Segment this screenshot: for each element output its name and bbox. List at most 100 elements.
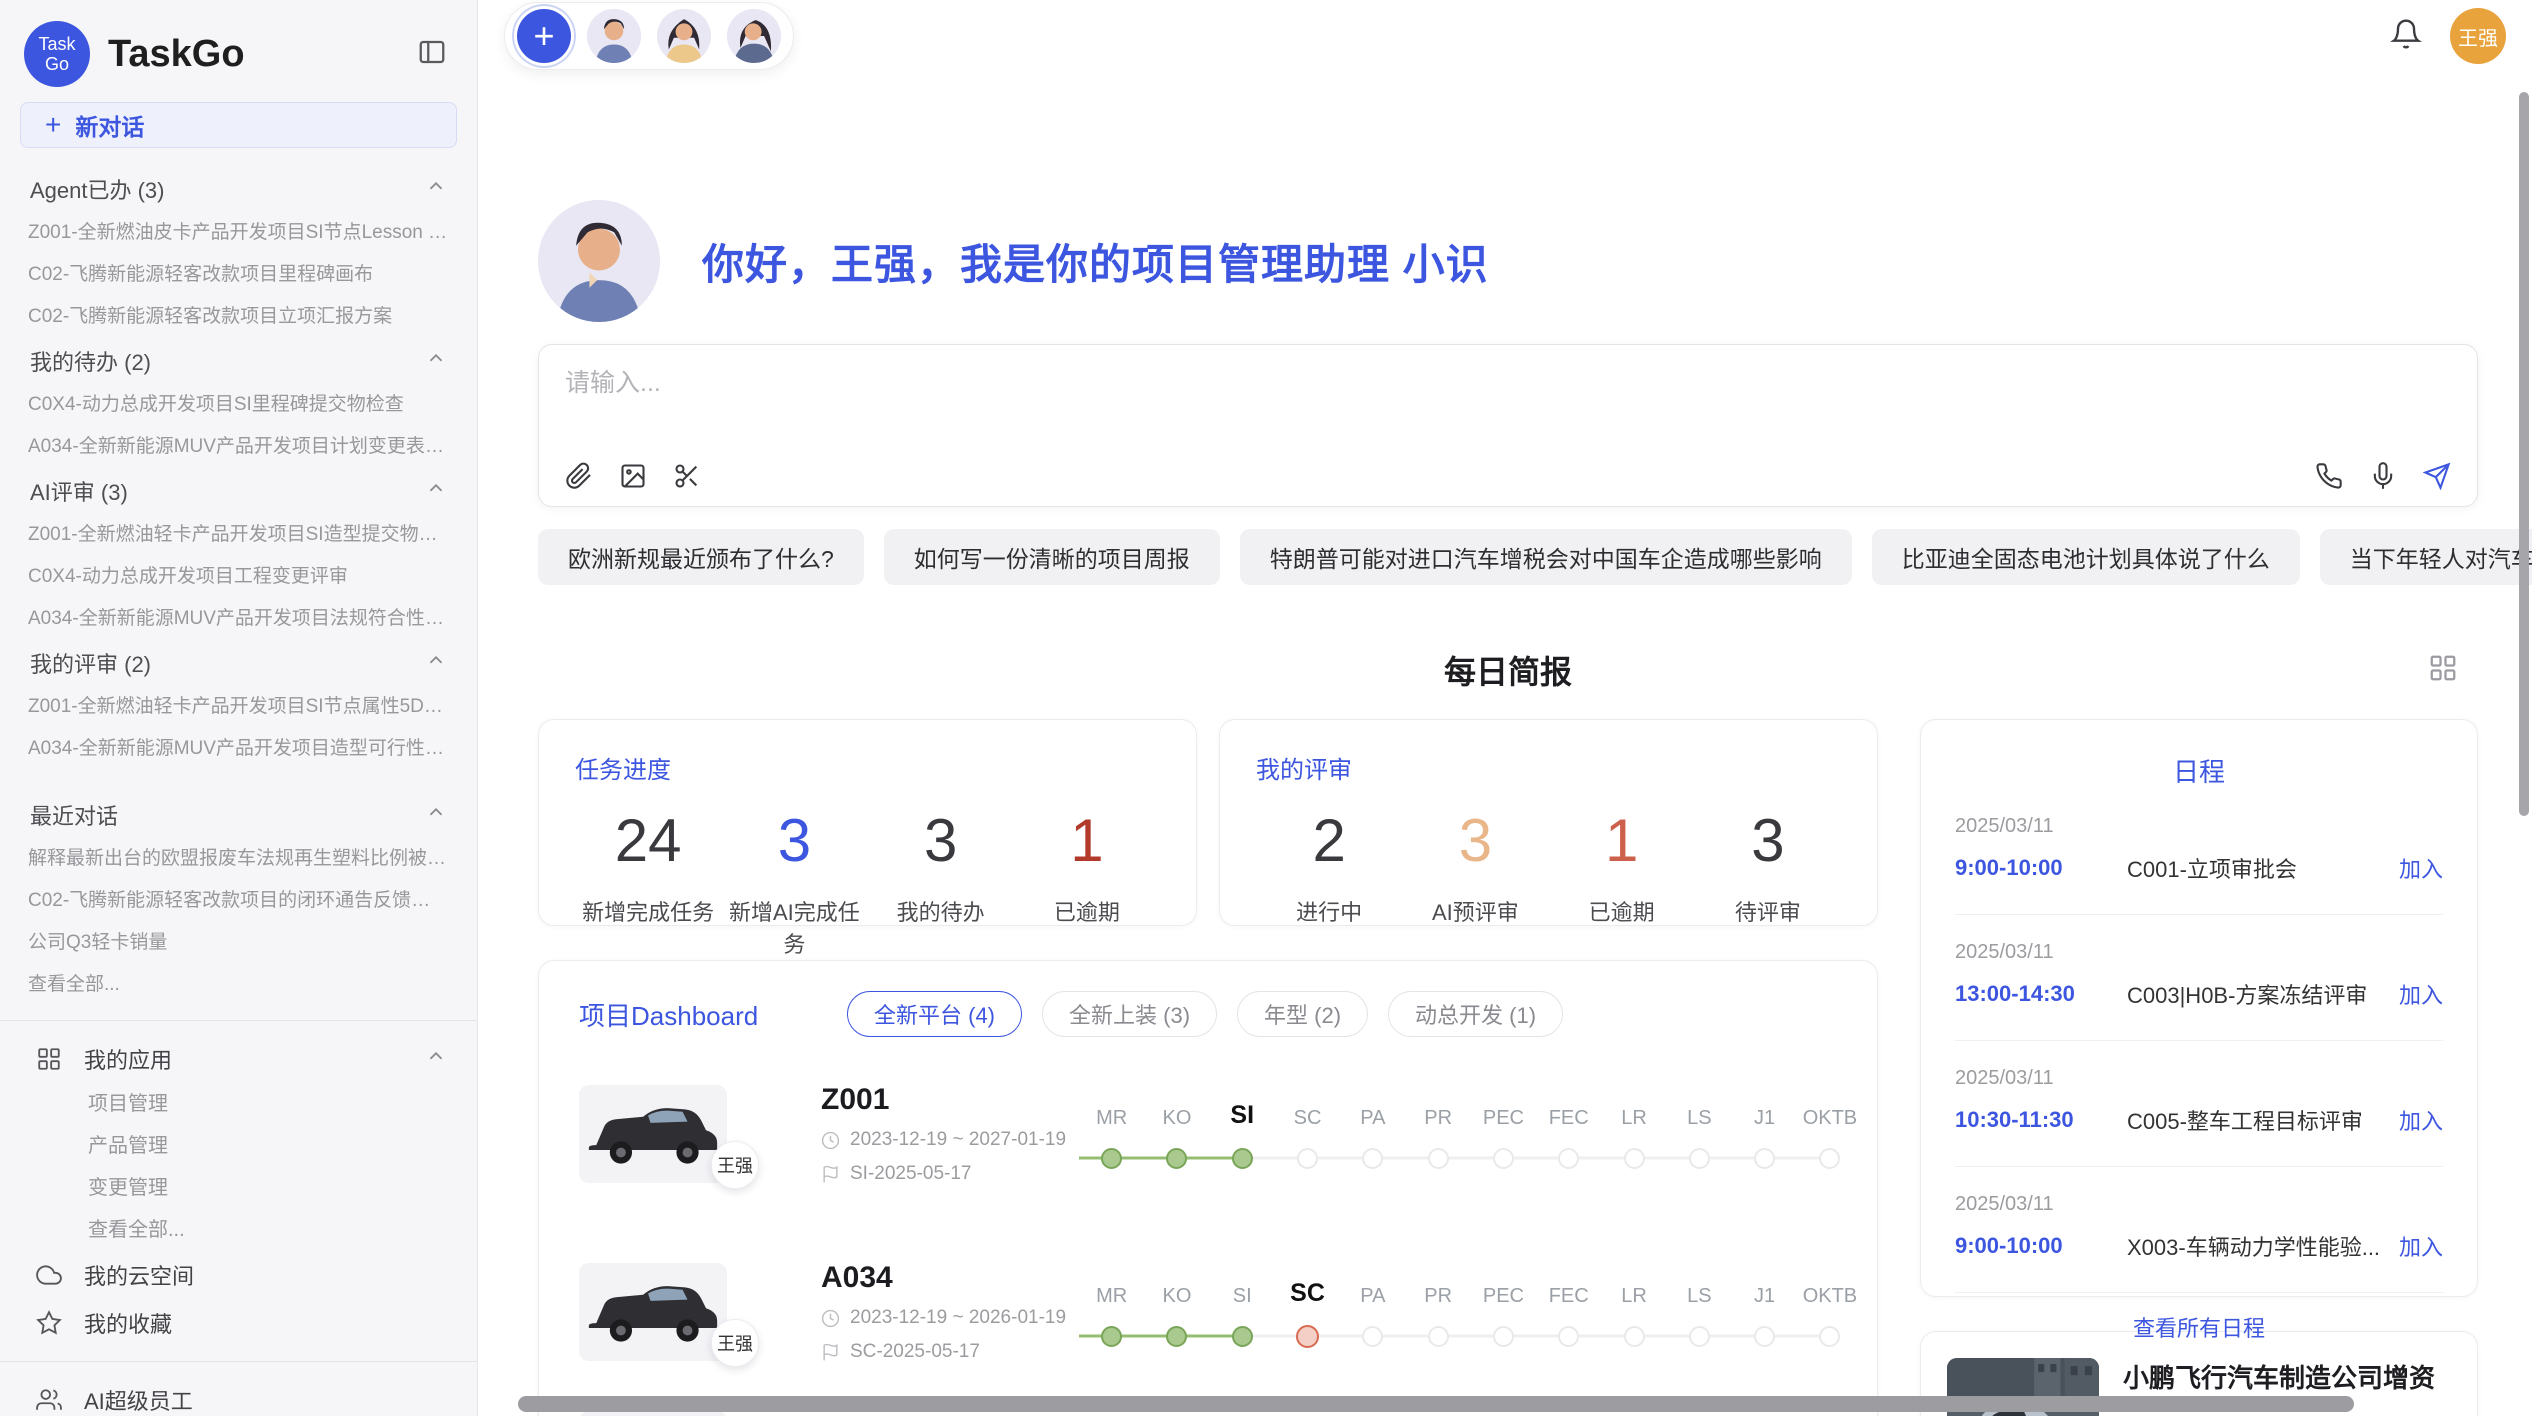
join-link[interactable]: 加入 <box>2399 978 2443 1010</box>
project-dates-text: 2023-12-19 ~ 2026-01-19 <box>850 1307 1066 1329</box>
milestone-label: PA <box>1360 1098 1385 1130</box>
section-my-review[interactable]: 我的评审 (2) <box>0 640 477 686</box>
sidebar-item-my-apps[interactable]: 我的应用 <box>0 1035 477 1083</box>
image-icon[interactable] <box>619 462 647 490</box>
milestone-si: SI <box>1210 1098 1275 1170</box>
milestone-pec: PEC <box>1471 1276 1536 1348</box>
milestone-oktb: OKTB <box>1797 1098 1862 1170</box>
recent-chat-item[interactable]: 解释最新出台的欧盟报废车法规再生塑料比例被调至15%... <box>0 838 477 880</box>
schedule-date: 2025/03/11 <box>1955 1067 2443 1090</box>
new-chat-button[interactable]: + 新对话 <box>20 102 457 148</box>
clock-icon <box>821 1309 840 1328</box>
sidebar-item[interactable]: A034-全新新能源MUV产品开发项目法规符合性评审 <box>0 598 477 640</box>
milestone-label: KO <box>1162 1098 1191 1130</box>
milestone-dot <box>1689 1148 1710 1169</box>
collapse-sidebar-icon[interactable] <box>417 37 447 72</box>
user-avatar[interactable]: 王强 <box>2450 8 2506 64</box>
chevron-up-icon[interactable] <box>425 347 447 375</box>
horizontal-scrollbar[interactable] <box>518 1396 2354 1412</box>
tab-new-body[interactable]: 全新上装 (3) <box>1042 991 1217 1037</box>
chat-input[interactable] <box>565 363 2451 433</box>
app-item-change-mgmt[interactable]: 变更管理 <box>0 1167 477 1209</box>
suggestion-chip[interactable]: 如何写一份清晰的项目周报 <box>884 529 1220 585</box>
stat-label: 我的待办 <box>868 895 1014 927</box>
milestone-dot <box>1428 1148 1449 1169</box>
dashboard-title: 项目Dashboard <box>579 996 847 1033</box>
milestone-dot <box>1362 1326 1383 1347</box>
section-my-todo[interactable]: 我的待办 (2) <box>0 338 477 384</box>
schedule-event-name: C001-立项审批会 <box>2127 852 2383 884</box>
milestone-label: KO <box>1162 1276 1191 1308</box>
section-ai-review[interactable]: AI评审 (3) <box>0 468 477 514</box>
project-owner-badge: 王强 <box>711 1141 759 1189</box>
milestone-mr: MR <box>1079 1098 1144 1170</box>
sidebar-item-ai-super-staff[interactable]: AI超级员工 <box>0 1376 477 1416</box>
chevron-up-icon[interactable] <box>425 175 447 203</box>
stat-ai-prereview: 3 AI预评审 <box>1402 811 1548 927</box>
section-agent-done[interactable]: Agent已办 (3) <box>0 166 477 212</box>
section-recent-chats[interactable]: 最近对话 <box>0 792 477 838</box>
schedule-title: 日程 <box>1955 752 2443 789</box>
app-item-product-mgmt[interactable]: 产品管理 <box>0 1125 477 1167</box>
sidebar-item[interactable]: C0X4-动力总成开发项目SI里程碑提交物检查 <box>0 384 477 426</box>
sidebar-item[interactable]: C02-飞腾新能源轻客改款项目立项汇报方案 <box>0 296 477 338</box>
schedule-date: 2025/03/11 <box>1955 1193 2443 1216</box>
notifications-bell-icon[interactable] <box>2390 18 2422 55</box>
app-item-project-mgmt[interactable]: 项目管理 <box>0 1083 477 1125</box>
project-dashboard-card: 项目Dashboard 全新平台 (4) 全新上装 (3) 年型 (2) 动总开… <box>538 960 1878 1416</box>
milestone-pec: PEC <box>1471 1098 1536 1170</box>
attach-icon[interactable] <box>565 462 593 490</box>
suggestion-chip[interactable]: 欧洲新规最近颁布了什么? <box>538 529 864 585</box>
tab-new-platform[interactable]: 全新平台 (4) <box>847 991 1022 1037</box>
suggestion-chip[interactable]: 特朗普可能对进口汽车增税会对中国车企造成哪些影响 <box>1240 529 1852 585</box>
sidebar-item[interactable]: C0X4-动力总成开发项目工程变更评审 <box>0 556 477 598</box>
agent-avatar-3[interactable] <box>727 9 781 63</box>
milestone-dot <box>1558 1148 1579 1169</box>
vertical-scrollbar[interactable] <box>2519 92 2529 816</box>
phone-icon[interactable] <box>2315 462 2343 490</box>
schedule-event-name: C003|H0B-方案冻结评审 <box>2127 978 2383 1010</box>
apps-view-all[interactable]: 查看全部... <box>0 1209 477 1251</box>
join-link[interactable]: 加入 <box>2399 1104 2443 1136</box>
join-link[interactable]: 加入 <box>2399 852 2443 884</box>
chevron-up-icon[interactable] <box>425 801 447 829</box>
logo-text-bottom: Go <box>45 54 69 74</box>
schedule-event-name: X003-车辆动力学性能验... <box>2127 1230 2383 1262</box>
sidebar-item[interactable]: A034-全新新能源MUV产品开发项目计划变更表编写 <box>0 426 477 468</box>
briefing-title: 每日简报 <box>1444 647 1572 693</box>
suggestion-chip[interactable]: 比亚迪全固态电池计划具体说了什么 <box>1872 529 2300 585</box>
sidebar-item[interactable]: Z001-全新燃油皮卡产品开发项目SI节点Lesson Learn报告 <box>0 212 477 254</box>
recent-chat-item[interactable]: 公司Q3轻卡销量 <box>0 922 477 964</box>
scissors-icon[interactable] <box>673 462 701 490</box>
tab-model-year[interactable]: 年型 (2) <box>1237 991 1368 1037</box>
chevron-up-icon[interactable] <box>425 1045 447 1073</box>
agent-avatar-1[interactable] <box>587 9 641 63</box>
sidebar-item[interactable]: Z001-全新燃油轻卡产品开发项目SI节点属性5D文件评审 <box>0 686 477 728</box>
chevron-up-icon[interactable] <box>425 649 447 677</box>
suggestion-chip[interactable]: 当下年轻人对汽车外观有怎样的喜好趋势 <box>2320 529 2532 585</box>
chevron-up-icon[interactable] <box>425 477 447 505</box>
schedule-entry: 2025/03/11 10:30-11:30 C005-整车工程目标评审 加入 <box>1955 1041 2443 1167</box>
schedule-card: 日程 2025/03/11 9:00-10:00 C001-立项审批会 加入 2… <box>1920 719 2478 1297</box>
ai-super-staff-label: AI超级员工 <box>84 1384 193 1416</box>
milestone-label: MR <box>1096 1098 1127 1130</box>
mic-icon[interactable] <box>2369 462 2397 490</box>
sidebar-item-favorites[interactable]: 我的收藏 <box>0 1299 477 1347</box>
milestone-ls: LS <box>1667 1276 1732 1348</box>
recent-chat-item[interactable]: C02-飞腾新能源轻客改款项目的闭环通告反馈情况 <box>0 880 477 922</box>
sidebar-item[interactable]: Z001-全新燃油轻卡产品开发项目SI造型提交物评审 <box>0 514 477 556</box>
agent-avatar-2[interactable] <box>657 9 711 63</box>
milestone-dot <box>1101 1148 1122 1169</box>
recent-view-all[interactable]: 查看全部... <box>0 964 477 1006</box>
sidebar-item[interactable]: A034-全新新能源MUV产品开发项目造型可行性评审 <box>0 728 477 770</box>
layout-grid-icon[interactable] <box>2428 653 2458 688</box>
join-link[interactable]: 加入 <box>2399 1230 2443 1262</box>
milestone-label: J1 <box>1754 1276 1775 1308</box>
sidebar-item[interactable]: C02-飞腾新能源轻客改款项目里程碑画布 <box>0 254 477 296</box>
tab-powertrain-dev[interactable]: 动总开发 (1) <box>1388 991 1563 1037</box>
add-agent-button[interactable]: + <box>517 9 571 63</box>
milestone-fec: FEC <box>1536 1276 1601 1348</box>
send-icon[interactable] <box>2423 462 2451 490</box>
sidebar-item-cloud-space[interactable]: 我的云空间 <box>0 1251 477 1299</box>
schedule-event-name: C005-整车工程目标评审 <box>2127 1104 2383 1136</box>
